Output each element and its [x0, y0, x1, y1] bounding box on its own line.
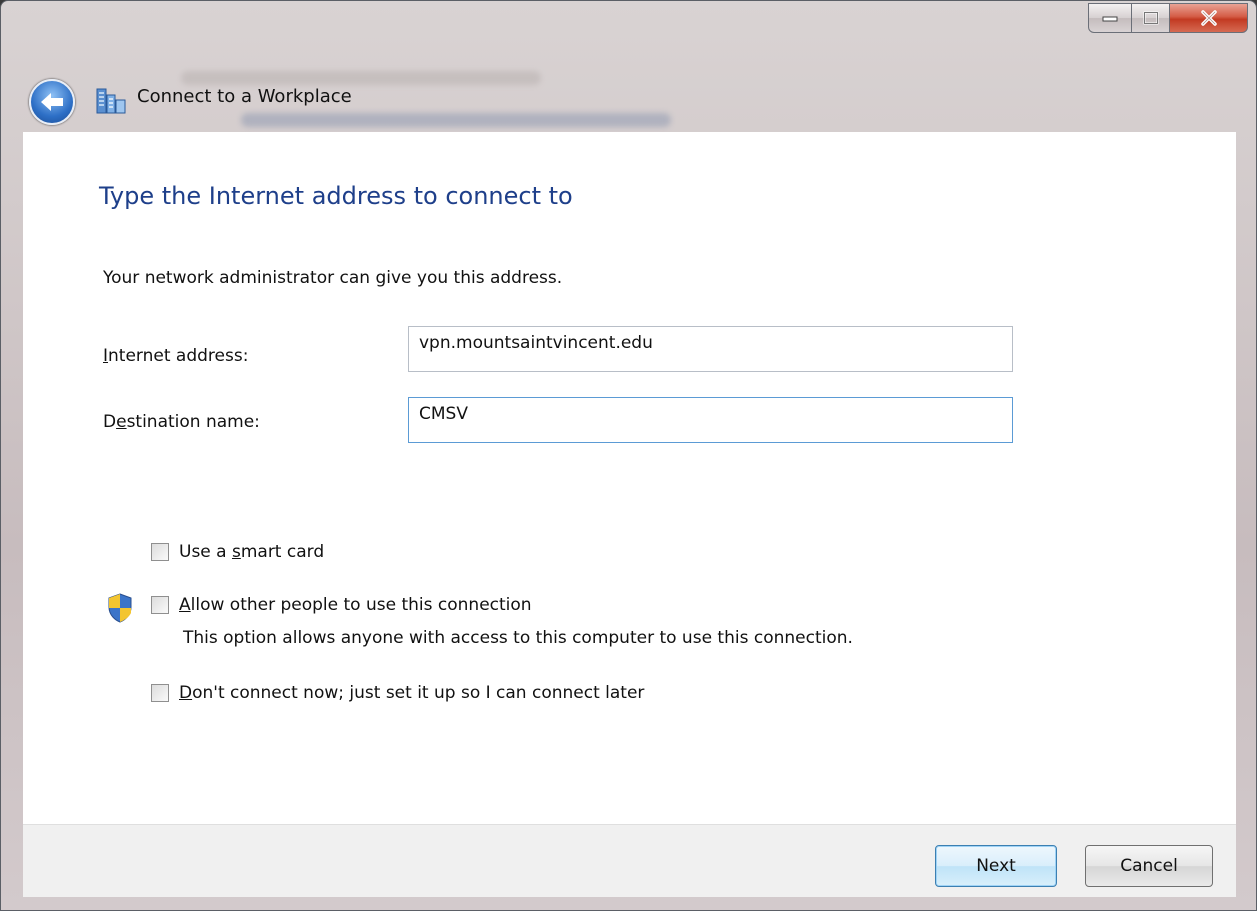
allow-others-checkbox[interactable]	[151, 596, 169, 614]
minimize-icon	[1102, 16, 1118, 22]
smart-card-label: Use a smart card	[179, 542, 325, 562]
minimize-button[interactable]	[1088, 3, 1132, 33]
background-blur	[181, 71, 541, 85]
intro-text: Your network administrator can give you …	[103, 268, 563, 288]
connect-later-label: Don't connect now; just set it up so I c…	[179, 683, 645, 703]
caption-buttons	[1088, 3, 1248, 33]
button-bar: Next Cancel	[23, 824, 1236, 897]
close-button[interactable]	[1170, 3, 1248, 33]
smart-card-checkbox[interactable]	[151, 543, 169, 561]
smart-card-option[interactable]: Use a smart card	[151, 542, 324, 562]
maximize-icon	[1143, 11, 1158, 25]
destination-name-label: Destination name:	[103, 412, 260, 432]
cancel-button[interactable]: Cancel	[1085, 845, 1213, 887]
connect-later-option[interactable]: Don't connect now; just set it up so I c…	[151, 683, 644, 703]
allow-others-description: This option allows anyone with access to…	[183, 628, 853, 648]
maximize-button[interactable]	[1132, 3, 1170, 33]
page-heading: Type the Internet address to connect to	[99, 182, 573, 210]
dialog-window: Connect to a Workplace Type the Internet…	[0, 0, 1257, 911]
next-button[interactable]: Next	[935, 845, 1057, 887]
internet-address-field[interactable]	[408, 326, 1013, 372]
uac-shield-icon	[108, 593, 132, 623]
internet-address-label: Internet address:	[103, 346, 249, 366]
allow-others-option[interactable]: Allow other people to use this connectio…	[151, 595, 532, 615]
content-panel: Type the Internet address to connect to …	[23, 132, 1236, 824]
window-title: Connect to a Workplace	[137, 86, 352, 107]
back-arrow-icon	[41, 93, 63, 111]
connect-later-checkbox[interactable]	[151, 684, 169, 702]
allow-others-label: Allow other people to use this connectio…	[179, 595, 532, 615]
back-button[interactable]	[29, 79, 75, 125]
background-blur	[241, 113, 671, 127]
close-icon	[1200, 10, 1217, 26]
destination-name-field[interactable]	[408, 397, 1013, 443]
workplace-network-icon	[96, 88, 126, 114]
